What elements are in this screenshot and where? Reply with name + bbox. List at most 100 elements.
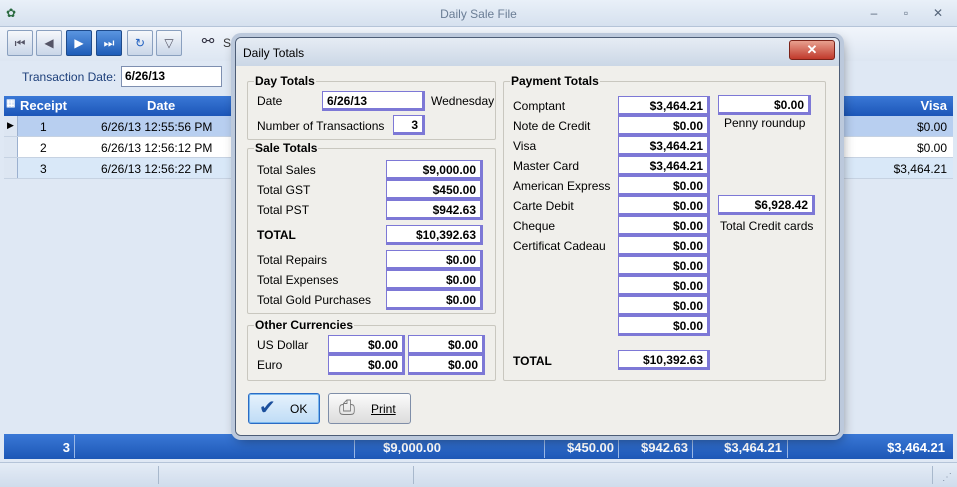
transaction-date-input[interactable]: 6/26/13 bbox=[121, 66, 222, 87]
day-totals-group: Day Totals Date 6/26/13 Wednesday Number… bbox=[247, 74, 496, 140]
total-repairs-field[interactable]: $0.00 bbox=[386, 250, 483, 270]
weekday-label: Wednesday bbox=[431, 94, 495, 108]
payment-value-field[interactable]: $3,464.21 bbox=[618, 156, 710, 176]
title-bar: ✿ Daily Sale File – ▫ ✕ bbox=[0, 0, 957, 27]
total-count: 3 bbox=[62, 440, 70, 455]
payment-value-field[interactable]: $0.00 bbox=[618, 296, 710, 316]
euro-label: Euro bbox=[257, 358, 283, 372]
date-field[interactable]: 6/26/13 bbox=[322, 91, 425, 111]
total-gst-label: Total GST bbox=[257, 183, 311, 197]
payment-value-field[interactable]: $0.00 bbox=[618, 236, 710, 256]
separator bbox=[932, 466, 933, 484]
payment-totals-group: Payment Totals Comptant $3,464.21 Note de … bbox=[503, 74, 826, 381]
printer-icon: ⎙ bbox=[339, 397, 355, 419]
total-gold-field[interactable]: $0.00 bbox=[386, 290, 483, 310]
ok-button[interactable]: ✔ OK bbox=[248, 393, 320, 424]
payment-value-field[interactable]: $3,464.21 bbox=[618, 96, 710, 116]
total-expenses-field[interactable]: $0.00 bbox=[386, 270, 483, 290]
cell-visa: $0.00 bbox=[916, 120, 947, 134]
row-indicator bbox=[4, 158, 18, 178]
penny-roundup-field[interactable]: $0.00 bbox=[718, 95, 811, 115]
us-dollar-field-2[interactable]: $0.00 bbox=[408, 335, 485, 355]
total-gold-label: Total Gold Purchases bbox=[257, 293, 372, 307]
dialog-title: Daily Totals bbox=[243, 46, 305, 60]
header-visa[interactable]: Visa bbox=[920, 98, 947, 113]
total-pst: $942.63 bbox=[641, 440, 688, 455]
dialog-body: Day Totals Date 6/26/13 Wednesday Number… bbox=[236, 66, 839, 435]
payment-value-field[interactable]: $0.00 bbox=[618, 196, 710, 216]
cell-visa: $3,464.21 bbox=[893, 162, 947, 176]
total-sales: $9,000.00 bbox=[383, 440, 441, 455]
payment-value-field[interactable]: $0.00 bbox=[618, 316, 710, 336]
other-currencies-heading: Other Currencies bbox=[254, 318, 355, 332]
payment-value-field[interactable]: $0.00 bbox=[618, 116, 710, 136]
minimize-icon[interactable]: – bbox=[861, 4, 887, 22]
binoculars-icon[interactable]: ⚯ bbox=[195, 30, 221, 56]
us-dollar-field-1[interactable]: $0.00 bbox=[328, 335, 405, 355]
cell-receipt: 3 bbox=[40, 162, 47, 176]
payment-value-field[interactable]: $3,464.21 bbox=[618, 136, 710, 156]
cell-receipt: 2 bbox=[40, 141, 47, 155]
sale-totals-group: Sale Totals Total Sales $9,000.00 Total … bbox=[247, 141, 496, 314]
separator bbox=[158, 466, 159, 484]
dialog-close-button[interactable]: ✕ bbox=[789, 40, 835, 60]
cell-date: 6/26/13 12:56:22 PM bbox=[101, 162, 213, 176]
window-controls: – ▫ ✕ bbox=[861, 4, 951, 22]
total-credit-cards-label: Total Credit cards bbox=[720, 219, 814, 233]
euro-field-2[interactable]: $0.00 bbox=[408, 355, 485, 375]
grid-totals-bar: 3 $9,000.00 $450.00 $942.63 $3,464.21 $3… bbox=[4, 434, 953, 459]
total-expenses-label: Total Expenses bbox=[257, 273, 339, 287]
payment-label: Visa bbox=[513, 139, 537, 153]
previous-record-icon[interactable]: ◀ bbox=[36, 30, 62, 56]
refresh-icon[interactable]: ↻ bbox=[127, 30, 153, 56]
separator bbox=[354, 435, 355, 458]
payment-value-field[interactable]: $0.00 bbox=[618, 256, 710, 276]
separator bbox=[787, 435, 788, 458]
total-repairs-label: Total Repairs bbox=[257, 253, 328, 267]
payment-label: Note de Credit bbox=[513, 119, 591, 133]
payment-totals-heading: Payment Totals bbox=[510, 74, 600, 88]
total-gst-field[interactable]: $450.00 bbox=[386, 180, 483, 200]
payment-value-field[interactable]: $0.00 bbox=[618, 176, 710, 196]
payment-total-field[interactable]: $10,392.63 bbox=[618, 350, 710, 370]
maximize-icon[interactable]: ▫ bbox=[893, 4, 919, 22]
transaction-date-label: Transaction Date: bbox=[22, 70, 117, 84]
num-transactions-field[interactable]: 3 bbox=[393, 115, 425, 135]
separator bbox=[413, 466, 414, 484]
row-indicator bbox=[4, 137, 18, 157]
day-totals-heading: Day Totals bbox=[254, 74, 316, 88]
resize-grip-icon[interactable]: ⋰ bbox=[942, 472, 952, 483]
payment-value-field[interactable]: $0.00 bbox=[618, 276, 710, 296]
total-credit-cards-field[interactable]: $6,928.42 bbox=[718, 195, 815, 215]
us-dollar-label: US Dollar bbox=[257, 338, 309, 352]
penny-roundup-label: Penny roundup bbox=[724, 116, 806, 130]
separator bbox=[74, 435, 75, 458]
total-pst-field[interactable]: $942.63 bbox=[386, 200, 483, 220]
payment-value-field[interactable]: $0.00 bbox=[618, 216, 710, 236]
status-bar: ⋰ bbox=[0, 462, 957, 487]
sale-total-field[interactable]: $10,392.63 bbox=[386, 225, 483, 245]
total-visa: $3,464.21 bbox=[887, 440, 945, 455]
next-record-icon[interactable]: ▶ bbox=[66, 30, 92, 56]
filter-icon[interactable]: ▽ bbox=[156, 30, 182, 56]
sale-totals-heading: Sale Totals bbox=[254, 141, 319, 155]
last-record-icon[interactable]: ⏭ bbox=[96, 30, 122, 56]
cell-date: 6/26/13 12:56:12 PM bbox=[101, 141, 213, 155]
payment-label: Certificat Cadeau bbox=[513, 239, 606, 253]
payment-label: American Express bbox=[513, 179, 611, 193]
print-button[interactable]: ⎙ Print bbox=[328, 393, 411, 424]
total-gst: $450.00 bbox=[567, 440, 614, 455]
total-mastercard: $3,464.21 bbox=[724, 440, 782, 455]
payment-label: Comptant bbox=[513, 99, 566, 113]
column-chooser-icon[interactable]: ▦ bbox=[6, 98, 15, 109]
euro-field-1[interactable]: $0.00 bbox=[328, 355, 405, 375]
first-record-icon[interactable]: ⏮ bbox=[7, 30, 33, 56]
header-receipt[interactable]: Receipt bbox=[20, 98, 67, 113]
payment-total-label: TOTAL bbox=[513, 354, 552, 368]
date-label: Date bbox=[257, 94, 283, 108]
header-date[interactable]: Date bbox=[147, 98, 175, 113]
print-button-label: Print bbox=[371, 402, 396, 416]
total-sales-field[interactable]: $9,000.00 bbox=[386, 160, 483, 180]
close-icon[interactable]: ✕ bbox=[925, 4, 951, 22]
checkmark-icon: ✔ bbox=[259, 397, 276, 419]
